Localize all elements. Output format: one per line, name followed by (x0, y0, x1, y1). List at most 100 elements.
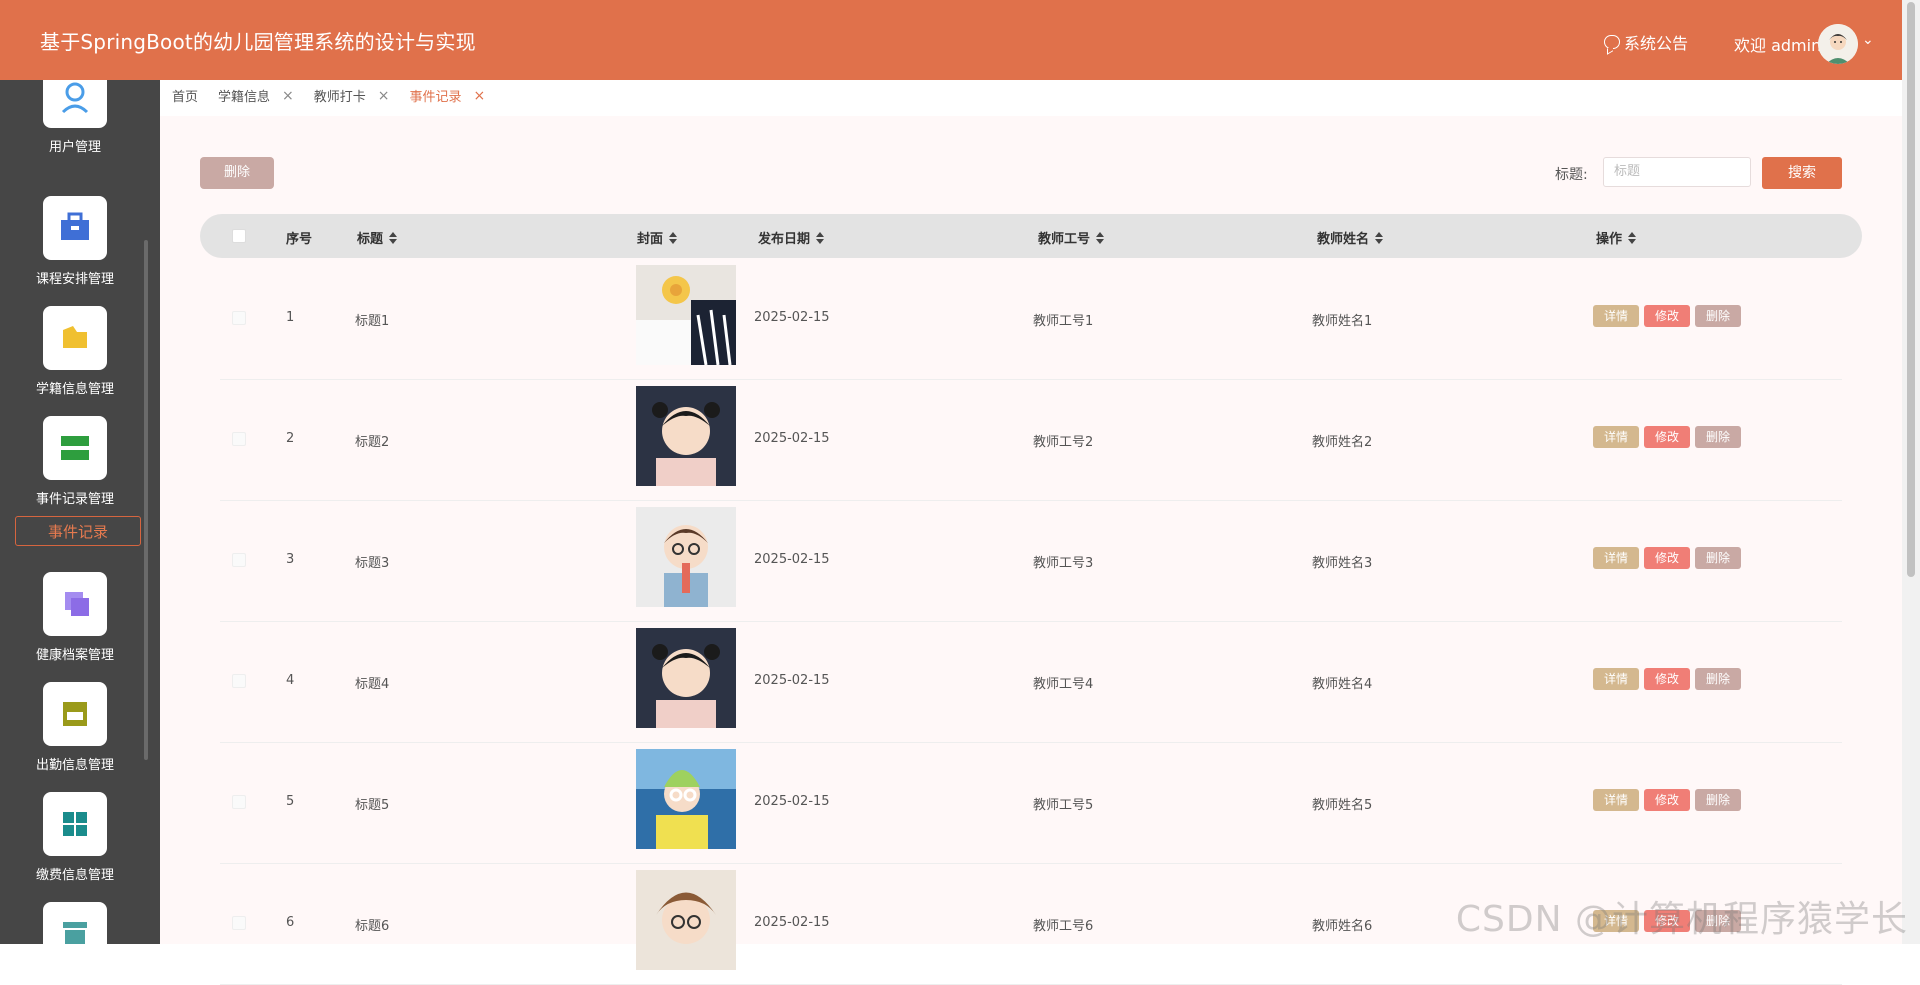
system-notice-link[interactable]: 系统公告 (1604, 30, 1688, 54)
batch-delete-button[interactable]: 删除 (200, 157, 274, 189)
avatar[interactable] (1818, 24, 1858, 64)
page-scrollbar-thumb[interactable] (1907, 2, 1915, 577)
cover-image[interactable] (636, 749, 736, 849)
row-actions: 详情 修改 删除 (1593, 547, 1741, 569)
row-checkbox[interactable] (232, 553, 246, 567)
cell-teacher-name: 教师姓名2 (1312, 435, 1373, 450)
delete-button[interactable]: 删除 (1695, 305, 1741, 327)
close-icon[interactable]: × (282, 88, 294, 104)
delete-button[interactable]: 删除 (1695, 547, 1741, 569)
detail-button[interactable]: 详情 (1593, 547, 1639, 569)
edit-button[interactable]: 修改 (1644, 305, 1690, 327)
sort-icon[interactable] (1628, 231, 1637, 244)
detail-button[interactable]: 详情 (1593, 305, 1639, 327)
sidebar-item-course[interactable]: 课程安排管理 (0, 196, 150, 287)
detail-button[interactable]: 详情 (1593, 426, 1639, 448)
row-actions: 详情 修改 删除 (1593, 305, 1741, 327)
search-button[interactable]: 搜索 (1762, 157, 1842, 189)
sidebar-item-payment[interactable]: 缴费信息管理 (0, 792, 150, 883)
header-cover[interactable]: 封面 (637, 228, 678, 247)
chevron-down-icon[interactable]: ⌄ (1862, 32, 1874, 48)
tab-label: 事件记录 (409, 90, 462, 105)
sidebar-item-label: 健康档案管理 (35, 648, 114, 663)
sort-icon[interactable] (1375, 231, 1384, 244)
sort-icon[interactable] (389, 231, 398, 244)
watermark: CSDN @计算机程序猿学长 (1455, 899, 1908, 940)
close-icon[interactable]: × (378, 88, 390, 104)
cover-image[interactable] (636, 265, 736, 365)
header-date[interactable]: 发布日期 (758, 228, 825, 247)
health-icon (43, 572, 107, 636)
sidebar-item-label: 用户管理 (48, 140, 101, 155)
close-icon[interactable]: × (474, 88, 486, 104)
delete-button[interactable]: 删除 (1695, 426, 1741, 448)
user-icon (43, 80, 107, 128)
cell-date: 2025-02-15 (754, 915, 830, 930)
attendance-icon (43, 682, 107, 746)
edit-button[interactable]: 修改 (1644, 547, 1690, 569)
top-header: 基于SpringBoot的幼儿园管理系统的设计与实现 系统公告 欢迎 admin… (0, 0, 1902, 80)
sort-icon[interactable] (816, 231, 825, 244)
cell-date: 2025-02-15 (754, 431, 830, 446)
sidebar-item-label: 学籍信息管理 (35, 382, 114, 397)
tab-label: 首页 (172, 90, 199, 105)
row-checkbox[interactable] (232, 432, 246, 446)
sidebar-item-label: 事件记录管理 (35, 492, 114, 507)
app-title: 基于SpringBoot的幼儿园管理系统的设计与实现 (40, 30, 476, 54)
cover-image[interactable] (636, 870, 736, 970)
tab-event-records[interactable]: 事件记录 × (409, 86, 486, 106)
sidebar-item-user[interactable]: 用户管理 (0, 80, 150, 155)
header-title[interactable]: 标题 (357, 228, 398, 247)
cell-title: 标题4 (355, 677, 390, 692)
edit-button[interactable]: 修改 (1644, 426, 1690, 448)
tab-home[interactable]: 首页 (172, 86, 198, 105)
cell-teacher-id: 教师工号1 (1033, 314, 1094, 329)
sidebar-item-archive[interactable] (0, 902, 150, 944)
sidebar-item-attendance[interactable]: 出勤信息管理 (0, 682, 150, 773)
row-checkbox[interactable] (232, 795, 246, 809)
cell-teacher-name: 教师姓名4 (1312, 677, 1373, 692)
cell-no: 5 (286, 794, 295, 809)
sidebar-item-event-records[interactable]: 事件记录管理 (0, 416, 150, 507)
cell-no: 3 (286, 552, 295, 567)
row-actions: 详情 修改 删除 (1593, 789, 1741, 811)
row-actions: 详情 修改 删除 (1593, 426, 1741, 448)
page-scrollbar[interactable] (1902, 0, 1920, 944)
search-label: 标题: (1555, 167, 1588, 183)
header-actions[interactable]: 操作 (1596, 228, 1637, 247)
cell-teacher-name: 教师姓名1 (1312, 314, 1373, 329)
cell-date: 2025-02-15 (754, 673, 830, 688)
detail-button[interactable]: 详情 (1593, 668, 1639, 690)
event-icon (43, 416, 107, 480)
row-checkbox[interactable] (232, 674, 246, 688)
detail-button[interactable]: 详情 (1593, 789, 1639, 811)
edit-button[interactable]: 修改 (1644, 668, 1690, 690)
row-checkbox[interactable] (232, 916, 246, 930)
sidebar-item-student-records[interactable]: 学籍信息管理 (0, 306, 150, 397)
sidebar: 用户管理 课程安排管理 学籍信息管理 事件记录管理 事件记录 健康档案管理 出勤… (0, 80, 160, 944)
table-row: 5 标题5 2025-02-15 教师工号5 教师姓名5 详情 修改 删除 (220, 742, 1842, 864)
delete-button[interactable]: 删除 (1695, 668, 1741, 690)
edit-button[interactable]: 修改 (1644, 789, 1690, 811)
sort-icon[interactable] (669, 231, 678, 244)
cover-image[interactable] (636, 507, 736, 607)
table-row: 1 标题1 2025-02-15 教师工号1 教师姓名1 详情 修改 删除 (220, 258, 1842, 380)
tab-label: 教师打卡 (313, 90, 366, 105)
row-checkbox[interactable] (232, 311, 246, 325)
sort-icon[interactable] (1096, 231, 1105, 244)
avatar-icon (1818, 24, 1858, 64)
table-header: 序号 标题 封面 发布日期 教师工号 教师姓名 操作 (200, 214, 1862, 258)
sidebar-submenu-event-records[interactable]: 事件记录 (15, 516, 141, 546)
header-teacher-name[interactable]: 教师姓名 (1317, 228, 1384, 247)
cell-date: 2025-02-15 (754, 794, 830, 809)
cover-image[interactable] (636, 386, 736, 486)
search-input[interactable]: 标题 (1603, 157, 1751, 187)
select-all-checkbox[interactable] (232, 229, 246, 243)
header-teacher-id[interactable]: 教师工号 (1038, 228, 1105, 247)
delete-button[interactable]: 删除 (1695, 789, 1741, 811)
tab-student-info[interactable]: 学籍信息 × (218, 86, 294, 106)
sidebar-item-health[interactable]: 健康档案管理 (0, 572, 150, 663)
course-icon (43, 196, 107, 260)
tab-teacher-checkin[interactable]: 教师打卡 × (313, 86, 390, 106)
cover-image[interactable] (636, 628, 736, 728)
